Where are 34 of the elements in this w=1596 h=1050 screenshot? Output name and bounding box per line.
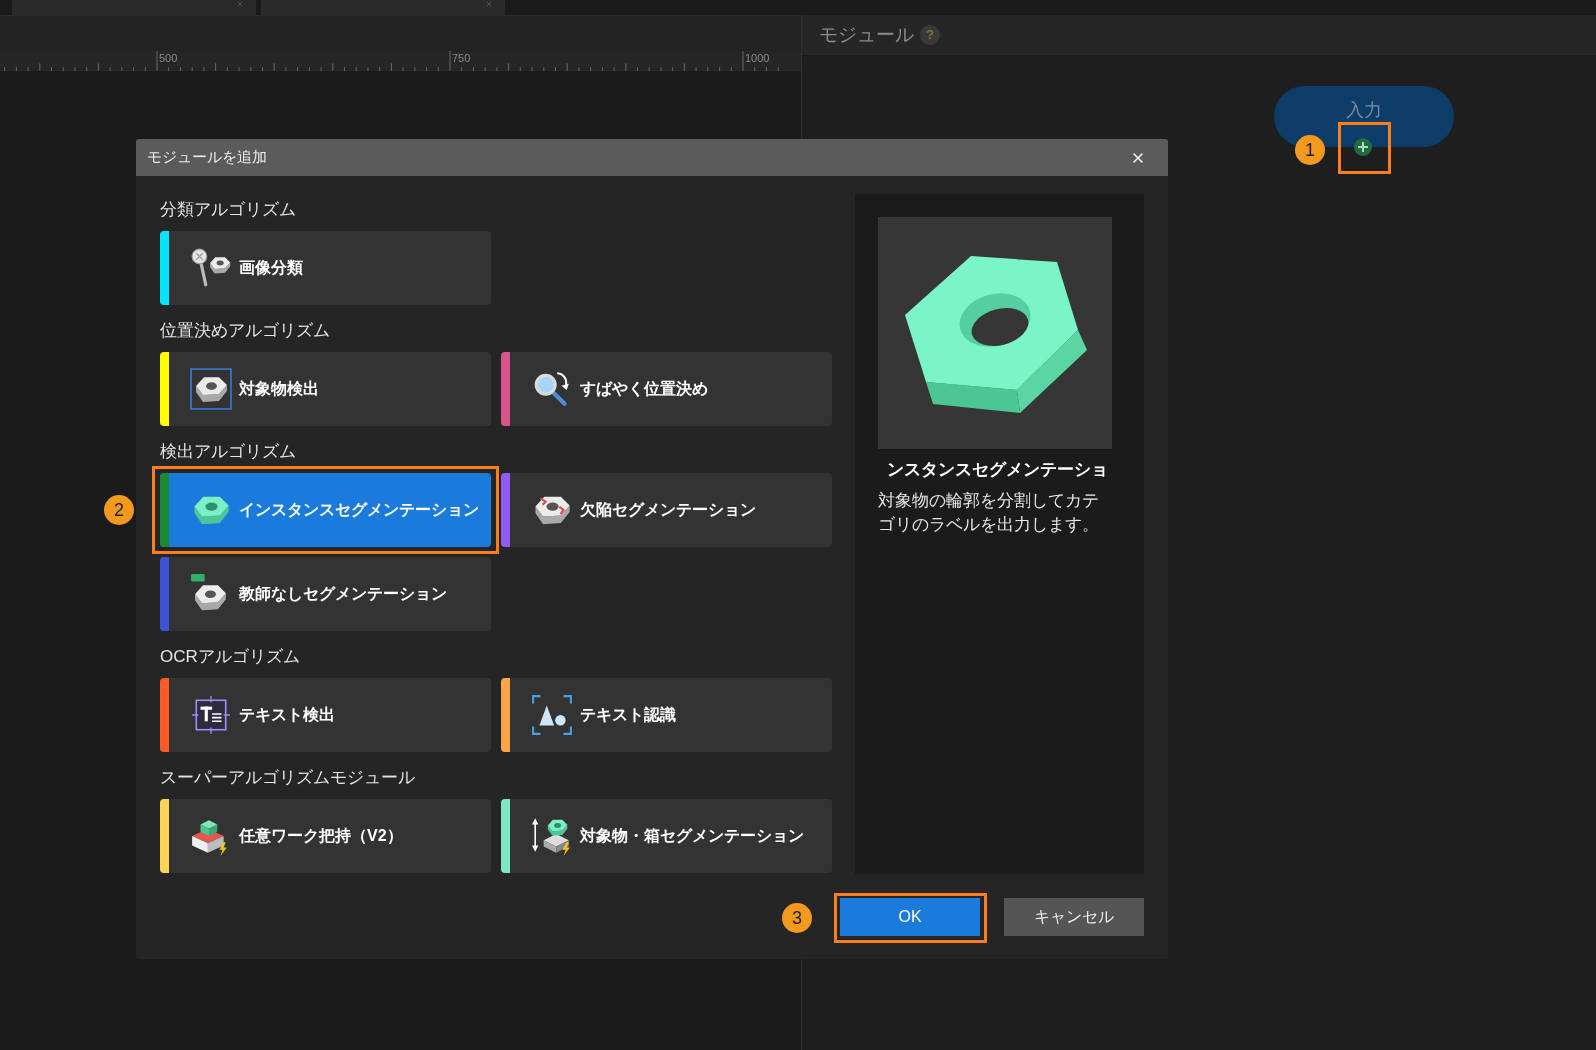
module-option[interactable]: 教師なしセグメンテーション — [160, 557, 491, 631]
ruler-label: 500 — [159, 52, 178, 64]
module-option[interactable]: テキスト認識 — [501, 678, 832, 752]
callout-number: 3 — [782, 903, 812, 933]
section-heading: 検出アルゴリズム — [160, 441, 296, 463]
preview-title: ンスタンスセグメンテーショ — [887, 459, 1108, 481]
add-icon[interactable] — [1354, 138, 1372, 156]
cancel-button[interactable]: キャンセル — [1004, 898, 1144, 936]
ruler-label: 750 — [452, 52, 471, 64]
ok-button[interactable]: OK — [840, 898, 980, 936]
pin-and-nut-icon — [190, 247, 232, 289]
section-heading: スーパーアルゴリズムモジュール — [160, 767, 415, 789]
module-option[interactable]: すばやく位置決め — [501, 352, 832, 426]
dialog-title: モジュールを追加 — [147, 147, 267, 168]
section-heading: 位置決めアルゴリズム — [160, 320, 330, 342]
panel-title: モジュール — [819, 22, 914, 47]
module-option[interactable]: インスタンスセグメンテーション — [160, 473, 491, 547]
ruler-label: 1000 — [745, 52, 770, 64]
module-option[interactable]: テキスト検出 — [160, 678, 491, 752]
module-option[interactable]: 対象物検出 — [160, 352, 491, 426]
module-option[interactable]: 任意ワーク把持（V2） — [160, 799, 491, 873]
preview-description: 対象物の輪郭を分割してカテゴリのラベルを出力します。 — [878, 490, 1100, 536]
section-heading: 分類アルゴリズム — [160, 199, 296, 221]
module-option[interactable]: 画像分類 — [160, 231, 491, 305]
text-frame-icon — [190, 694, 232, 736]
module-option[interactable]: 対象物・箱セグメンテーション — [501, 799, 832, 873]
tab[interactable] — [12, 0, 256, 15]
callout-number: 1 — [1295, 135, 1325, 165]
highlight-frame — [1338, 122, 1391, 174]
nut-in-frame-icon — [190, 368, 232, 410]
module-option[interactable]: 欠陥セグメンテーション — [501, 473, 832, 547]
tab[interactable] — [261, 0, 505, 15]
corner-brackets-icon — [531, 694, 573, 736]
section-heading: OCRアルゴリズム — [160, 646, 300, 668]
